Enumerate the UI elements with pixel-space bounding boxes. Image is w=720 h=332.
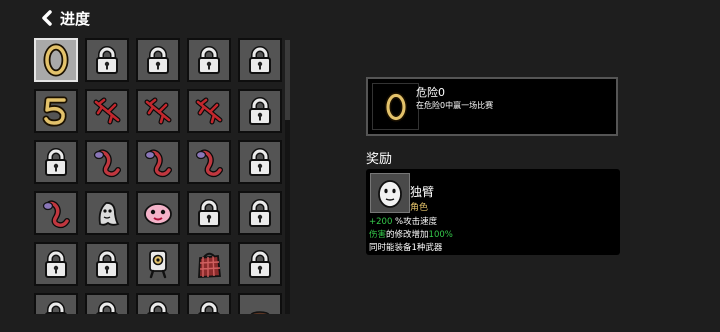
lock-icon (249, 250, 271, 278)
selected-item-card: 危险0 在危险0中赢一场比赛 (366, 77, 618, 136)
grid-cell-23[interactable] (136, 242, 180, 286)
brown-pot-icon (250, 311, 270, 314)
stat-attack-speed: +200 %攻击速度 (369, 215, 437, 227)
grid-cell-1[interactable] (34, 38, 78, 82)
red-branch-icon (144, 97, 172, 125)
grid-cell-27[interactable] (85, 293, 129, 314)
grid-cell-10[interactable] (238, 89, 282, 133)
selected-item-description: 在危险0中赢一场比赛 (416, 101, 494, 110)
selected-item-thumb (372, 83, 419, 130)
grid-cell-15[interactable] (238, 140, 282, 184)
grid-cell-3[interactable] (136, 38, 180, 82)
grid-cell-21[interactable] (34, 242, 78, 286)
grid-cell-20[interactable] (238, 191, 282, 235)
ghost-creature-icon (98, 202, 120, 226)
grid-cell-2[interactable] (85, 38, 129, 82)
grid-cell-17[interactable] (85, 191, 129, 235)
unlock-grid-panel (30, 36, 288, 314)
scrollbar-thumb[interactable] (285, 40, 290, 120)
grid-cell-18[interactable] (136, 191, 180, 235)
stat-damage-text: 的修改增加 (386, 230, 429, 240)
plaid-bag-icon (198, 252, 221, 278)
stat-damage-keyword: 伤害 (369, 230, 387, 240)
character-type: 角色 (410, 203, 429, 213)
number-five-icon (42, 96, 68, 127)
grid-scrollbar[interactable] (285, 40, 290, 314)
egg-zero-icon (43, 43, 69, 77)
lock-icon (147, 46, 169, 74)
grid-cell-24[interactable] (187, 242, 231, 286)
lock-icon (249, 46, 271, 74)
lock-icon (249, 199, 271, 227)
egg-zero-icon (384, 91, 407, 122)
stat-attack-speed-text: %攻击速度 (392, 217, 438, 227)
grid-cell-5[interactable] (238, 38, 282, 82)
grid-cell-14[interactable] (187, 140, 231, 184)
grid-cell-25[interactable] (238, 242, 282, 286)
lock-icon (45, 301, 67, 314)
grid-cell-28[interactable] (136, 293, 180, 314)
grid-cell-29[interactable] (187, 293, 231, 314)
purple-worm-icon (195, 149, 223, 178)
grid-cell-11[interactable] (34, 140, 78, 184)
red-branch-icon (195, 97, 223, 125)
stat-damage-value: 100% (428, 230, 453, 240)
grid-cell-19[interactable] (187, 191, 231, 235)
purple-worm-icon (144, 149, 172, 178)
lock-icon (249, 97, 271, 125)
lock-icon (198, 199, 220, 227)
grid-cell-16[interactable] (34, 191, 78, 235)
lock-icon (198, 301, 220, 314)
grid-cell-26[interactable] (34, 293, 78, 314)
grid-cell-8[interactable] (136, 89, 180, 133)
back-button[interactable]: 进度 (40, 6, 90, 30)
lock-icon (45, 148, 67, 176)
stat-damage-modifier: 伤害的修改增加100% (369, 228, 453, 240)
lock-icon (198, 46, 220, 74)
potato-face-icon (378, 180, 402, 208)
purple-worm-icon (42, 200, 70, 229)
robot-eye-icon (149, 250, 167, 279)
lock-icon (45, 250, 67, 278)
unlock-grid (34, 38, 282, 314)
grid-cell-6[interactable] (34, 89, 78, 133)
lock-icon (147, 301, 169, 314)
purple-worm-icon (93, 149, 121, 178)
chevron-left-icon (42, 10, 52, 26)
lock-icon (96, 301, 118, 314)
grid-cell-12[interactable] (85, 140, 129, 184)
grid-cell-30[interactable] (238, 293, 282, 314)
selected-item-name: 危险0 (416, 86, 445, 99)
pink-blob-icon (144, 203, 172, 225)
grid-cell-13[interactable] (136, 140, 180, 184)
reward-card: 独臂 角色 +200 %攻击速度 伤害的修改增加100% 同时能装备1种武器 (366, 169, 620, 255)
grid-cell-4[interactable] (187, 38, 231, 82)
grid-cell-7[interactable] (85, 89, 129, 133)
lock-icon (96, 250, 118, 278)
reward-heading: 奖励 (366, 152, 393, 167)
stat-attack-speed-value: +200 (369, 217, 393, 227)
lock-icon (96, 46, 118, 74)
grid-cell-9[interactable] (187, 89, 231, 133)
lock-icon (249, 148, 271, 176)
page-title: 进度 (60, 9, 91, 28)
stat-weapon-slots: 同时能装备1种武器 (369, 243, 443, 253)
character-name: 独臂 (410, 185, 435, 199)
character-portrait (370, 173, 410, 213)
red-branch-icon (93, 97, 121, 125)
grid-cell-22[interactable] (85, 242, 129, 286)
